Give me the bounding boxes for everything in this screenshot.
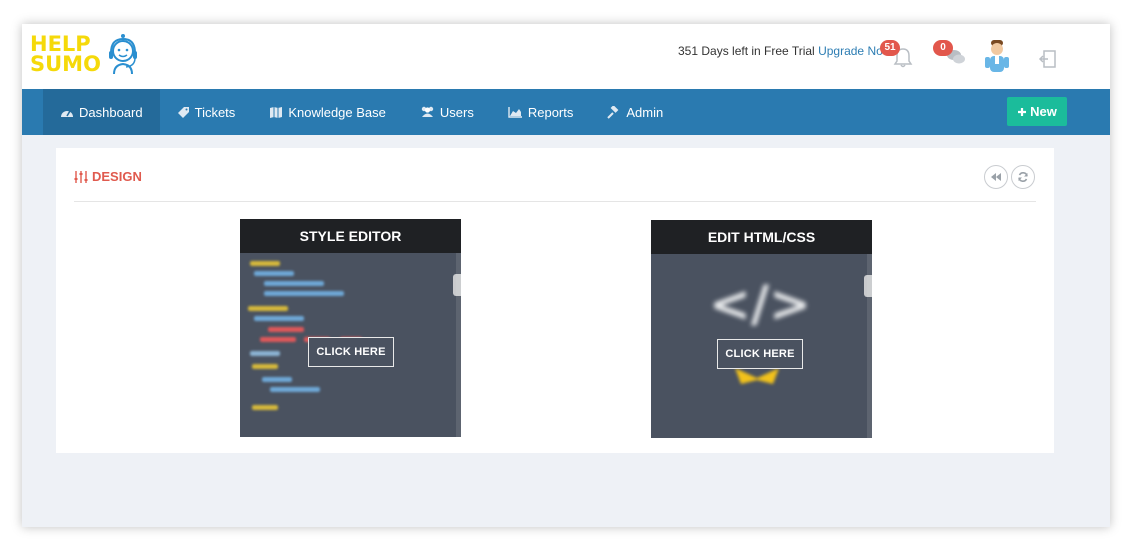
code-tag-graphic: </> xyxy=(709,275,812,333)
nav-item-users[interactable]: Users xyxy=(403,89,491,135)
collapse-button[interactable] xyxy=(984,165,1008,189)
style-editor-click-button[interactable]: CLICK HERE xyxy=(308,337,394,367)
edit-html-css-title: EDIT HTML/CSS xyxy=(651,220,872,254)
edit-html-css-card[interactable]: EDIT HTML/CSS </> CLICK HERE xyxy=(651,220,872,438)
logout-icon[interactable] xyxy=(1037,48,1059,70)
notifications-button[interactable]: 51 xyxy=(880,40,914,70)
trial-status: 351 Days left in Free Trial Upgrade Now xyxy=(678,44,892,58)
messages-button[interactable]: 0 xyxy=(933,40,967,70)
nav-item-admin[interactable]: Admin xyxy=(590,89,680,135)
logo-text: HELP SUMO xyxy=(30,32,101,76)
area-chart-icon xyxy=(508,107,522,118)
design-panel: DESIGN STYLE EDITOR CLICK HERE EDIT HTML… xyxy=(56,148,1054,453)
edit-html-css-click-button[interactable]: CLICK HERE xyxy=(717,339,803,369)
refresh-icon xyxy=(1018,172,1028,182)
nav-menu: Dashboard Tickets Knowledge Base Users R… xyxy=(43,89,680,135)
main-navigation: Dashboard Tickets Knowledge Base Users R… xyxy=(22,89,1110,135)
ticket-icon xyxy=(177,106,189,118)
plus-icon xyxy=(1018,107,1027,116)
new-button[interactable]: New xyxy=(1007,97,1067,126)
headset-agent-icon xyxy=(109,34,137,75)
users-icon xyxy=(421,106,434,117)
nav-item-tickets[interactable]: Tickets xyxy=(160,89,253,135)
panel-title: DESIGN xyxy=(74,169,142,184)
user-avatar[interactable] xyxy=(982,38,1012,74)
refresh-button[interactable] xyxy=(1011,165,1035,189)
nav-item-knowledge-base[interactable]: Knowledge Base xyxy=(252,89,403,135)
app-window: HELP SUMO 351 Days left in Free Trial Up… xyxy=(22,24,1110,527)
gavel-icon xyxy=(607,105,619,119)
dashboard-icon xyxy=(61,110,73,117)
panel-header: DESIGN xyxy=(74,148,1036,202)
helpsumo-logo[interactable]: HELP SUMO xyxy=(30,34,140,80)
style-editor-title: STYLE EDITOR xyxy=(240,219,461,253)
nav-item-reports[interactable]: Reports xyxy=(491,89,591,135)
messages-badge: 0 xyxy=(933,40,953,56)
nav-item-dashboard[interactable]: Dashboard xyxy=(43,89,160,135)
style-editor-card[interactable]: STYLE EDITOR CLICK HERE xyxy=(240,219,461,437)
top-header: HELP SUMO 351 Days left in Free Trial Up… xyxy=(22,24,1110,89)
notifications-badge: 51 xyxy=(880,40,900,56)
rewind-icon xyxy=(991,173,1001,181)
sliders-icon xyxy=(74,170,88,183)
map-icon xyxy=(270,106,283,118)
